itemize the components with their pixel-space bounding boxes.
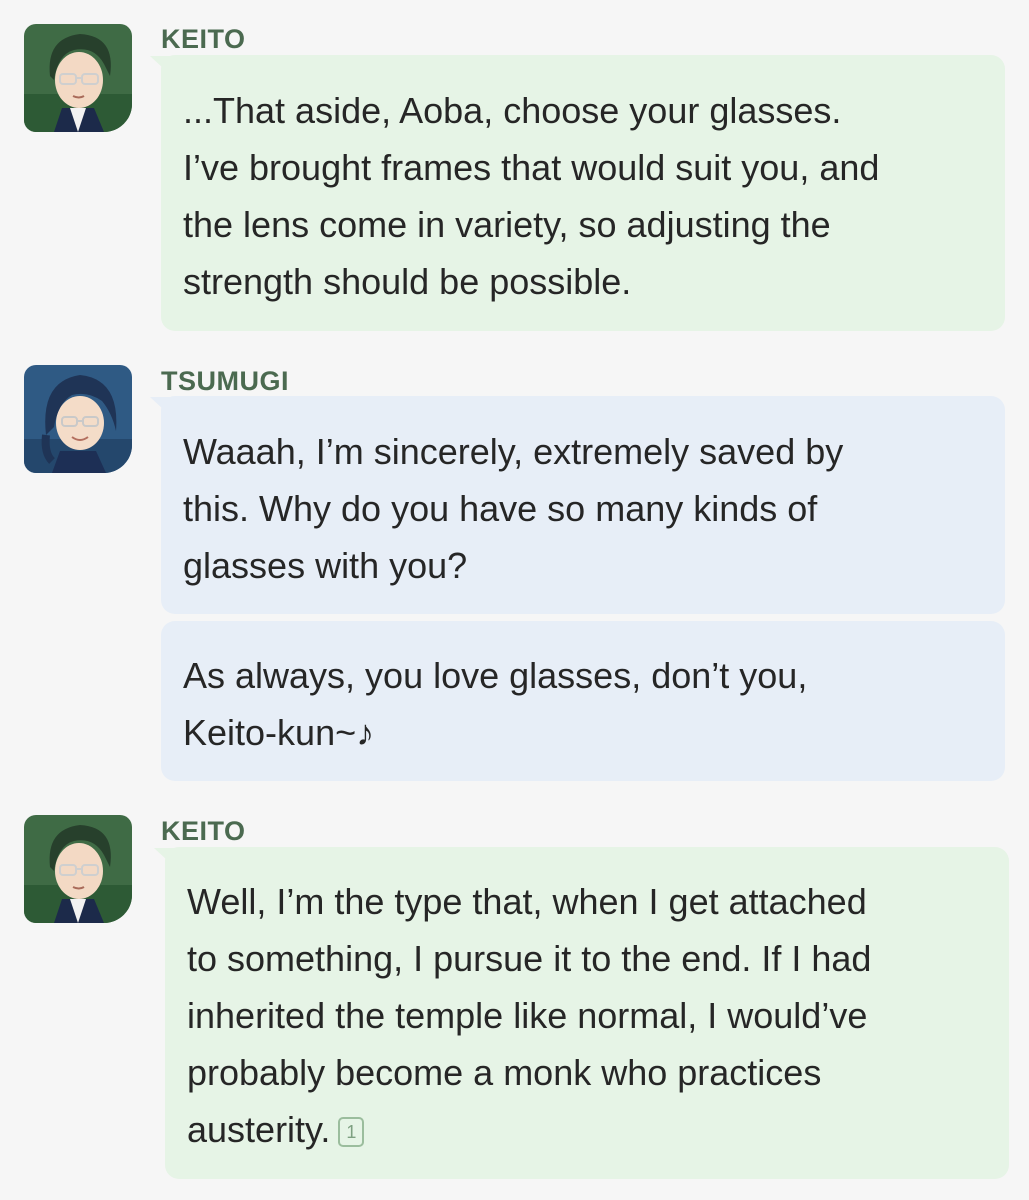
keito-avatar-icon — [24, 815, 132, 923]
speaker-name: KEITO — [161, 24, 246, 54]
footnote-badge[interactable]: 1 — [338, 1117, 365, 1147]
message-bubble: As always, you love glasses, don’t you, … — [161, 621, 1005, 781]
speaker-name: TSUMUGI — [161, 366, 289, 396]
message-text: Well, I’m the type that, when I get atta… — [187, 881, 872, 1150]
message-bubble: Waaah, I’m sincerely, extremely saved by… — [161, 396, 1005, 614]
chat-log: KEITO ...That aside, Aoba, choose your g… — [0, 0, 1029, 1200]
message-bubble: Well, I’m the type that, when I get atta… — [165, 847, 1009, 1179]
message-bubble: ...That aside, Aoba, choose your glasses… — [161, 55, 1005, 331]
tsumugi-avatar-icon — [24, 365, 132, 473]
speaker-name: KEITO — [161, 816, 246, 846]
keito-avatar-icon — [24, 24, 132, 132]
